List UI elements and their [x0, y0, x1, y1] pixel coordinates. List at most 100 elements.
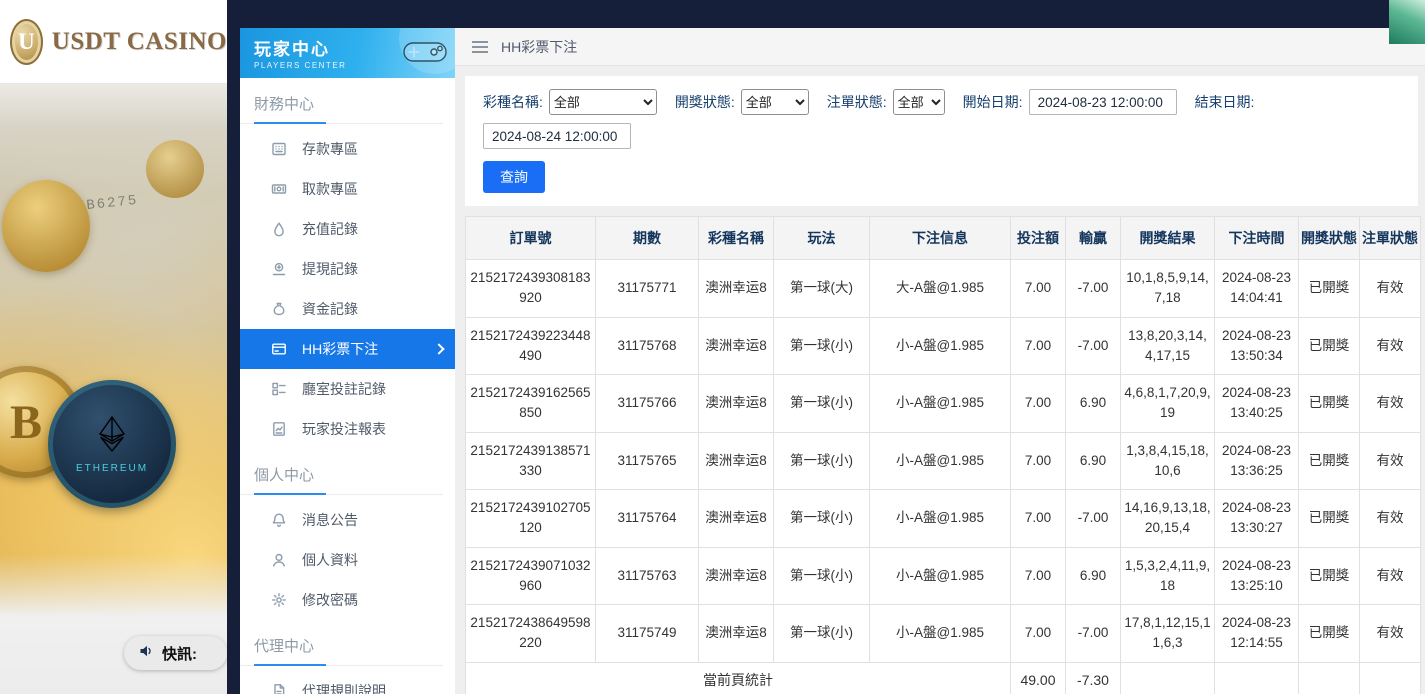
cell-play-type: 第一球(小) — [774, 547, 870, 605]
cell-order-number: 2152172439162565850 — [466, 375, 596, 433]
cell-bet-time: 2024-08-23 13:36:25 — [1215, 432, 1299, 490]
order-status-select[interactable]: 全部 — [893, 89, 945, 115]
cell-draw-result: 10,1,8,5,9,14,7,18 — [1121, 260, 1215, 318]
summary-row-page: 當前頁統計 49.00 -7.30 — [466, 662, 1421, 694]
header-order-number: 訂單號 — [466, 217, 596, 260]
table-row: 215217243864959822031175749澳洲幸运8第一球(小)小-… — [466, 605, 1421, 663]
agent-rules-icon — [271, 683, 287, 694]
table-row: 215217243913857133031175765澳洲幸运8第一球(小)小-… — [466, 432, 1421, 490]
cell-period: 31175765 — [596, 432, 699, 490]
sidebar-item-label: HH彩票下注 — [302, 339, 378, 359]
sidebar-item-withdrawal-records[interactable]: 提現記錄 — [240, 249, 455, 289]
cell-order-number: 2152172439071032960 — [466, 547, 596, 605]
cell-play-type: 第一球(小) — [774, 432, 870, 490]
sidebar-item-player-bet-report[interactable]: 玩家投注報表 — [240, 409, 455, 449]
news-ticker-button[interactable]: 快訊: — [124, 636, 227, 670]
cell-win-loss: -7.00 — [1066, 260, 1121, 318]
gold-coin-decor — [146, 140, 204, 198]
cell-win-loss: 6.90 — [1066, 375, 1121, 433]
sidebar-item-agent-rules[interactable]: 代理規則說明 — [240, 671, 455, 694]
deposit-icon — [271, 141, 287, 157]
sidebar: 玩家中心 PLAYERS CENTER 財務中心 — [240, 28, 455, 694]
player-report-icon — [271, 421, 287, 437]
sidebar-item-withdraw[interactable]: 取款專區 — [240, 169, 455, 209]
sidebar-item-label: 充值記錄 — [302, 219, 358, 239]
summary-empty-cell — [1299, 662, 1360, 694]
start-date-input[interactable] — [1029, 89, 1177, 115]
speaker-icon — [138, 643, 154, 663]
app: U USDT CASINO KB6275 B ETHEREUM — [0, 0, 1425, 694]
cell-bet-time: 2024-08-23 13:30:27 — [1215, 490, 1299, 548]
header-play-type: 玩法 — [774, 217, 870, 260]
sidebar-item-recharge-records[interactable]: 充值記錄 — [240, 209, 455, 249]
sidebar-item-profile[interactable]: 個人資料 — [240, 540, 455, 580]
query-button[interactable]: 查詢 — [483, 161, 545, 193]
header-bet-info: 下注信息 — [870, 217, 1011, 260]
cell-lottery-name: 澳洲幸运8 — [699, 605, 774, 663]
cell-bet-info: 小-A盤@1.985 — [870, 605, 1011, 663]
app-right: 玩家中心 PLAYERS CENTER 財務中心 — [227, 0, 1425, 694]
brand-name: USDT CASINO — [52, 28, 227, 56]
room-bet-record-icon — [271, 381, 287, 397]
lottery-bet-icon — [271, 341, 287, 357]
header-bet-time: 下注時間 — [1215, 217, 1299, 260]
chevron-right-icon — [433, 343, 444, 354]
sidebar-item-announcements[interactable]: 消息公告 — [240, 500, 455, 540]
cell-order-status: 有效 — [1360, 490, 1421, 548]
cell-draw-status: 已開獎 — [1299, 605, 1360, 663]
cell-bet-amount: 7.00 — [1011, 375, 1066, 433]
cell-draw-status: 已開獎 — [1299, 432, 1360, 490]
sidebar-item-label: 資金記錄 — [302, 299, 358, 319]
cell-lottery-name: 澳洲幸运8 — [699, 490, 774, 548]
sidebar-item-hh-lottery-bets[interactable]: HH彩票下注 — [240, 329, 455, 369]
table-row: 215217243907103296031175763澳洲幸运8第一球(小)小-… — [466, 547, 1421, 605]
cell-order-number: 2152172439102705120 — [466, 490, 596, 548]
corner-photo-decor — [1389, 0, 1425, 44]
cell-bet-info: 大-A盤@1.985 — [870, 260, 1011, 318]
menu-toggle-icon[interactable] — [471, 40, 489, 54]
cell-order-status: 有效 — [1360, 260, 1421, 318]
end-date-input[interactable] — [483, 123, 631, 149]
cell-bet-time: 2024-08-23 13:40:25 — [1215, 375, 1299, 433]
table-row: 215217243922344849031175768澳洲幸运8第一球(小)小-… — [466, 317, 1421, 375]
sidebar-item-label: 消息公告 — [302, 510, 358, 530]
sidebar-item-label: 取款專區 — [302, 179, 358, 199]
sidebar-item-change-password[interactable]: 修改密碼 — [240, 580, 455, 620]
logo: U USDT CASINO — [0, 0, 227, 84]
main-column: 玩家中心 PLAYERS CENTER 財務中心 — [240, 0, 1425, 694]
breadcrumb: HH彩票下注 — [455, 28, 1425, 66]
withdraw-icon — [271, 181, 287, 197]
sidebar-item-room-bet-records[interactable]: 廳室投註記錄 — [240, 369, 455, 409]
cell-play-type: 第一球(小) — [774, 490, 870, 548]
draw-status-select[interactable]: 全部 — [741, 89, 809, 115]
summary-page-win-loss: -7.30 — [1066, 662, 1121, 694]
header-bet-amount: 投注額 — [1011, 217, 1066, 260]
section-finance-center: 財務中心 — [240, 93, 443, 124]
table-row: 215217243910270512031175764澳洲幸运8第一球(小)小-… — [466, 490, 1421, 548]
sidebar-item-deposit[interactable]: 存款專區 — [240, 129, 455, 169]
cell-order-status: 有效 — [1360, 375, 1421, 433]
usdt-coin-logo-icon: U — [10, 19, 43, 65]
main-content: HH彩票下注 彩種名稱: 全部 開獎狀態: 全部 注單狀態: 全部 開始日 — [455, 28, 1425, 694]
gamepad-icon — [403, 39, 447, 70]
sidebar-header: 玩家中心 PLAYERS CENTER — [240, 28, 455, 78]
cell-period: 31175764 — [596, 490, 699, 548]
cell-lottery-name: 澳洲幸运8 — [699, 547, 774, 605]
cell-play-type: 第一球(小) — [774, 317, 870, 375]
cell-bet-amount: 7.00 — [1011, 260, 1066, 318]
draw-status-filter-label: 開獎狀態: — [675, 92, 735, 112]
header-lottery-name: 彩種名稱 — [699, 217, 774, 260]
cell-period: 31175771 — [596, 260, 699, 318]
bet-table-summary: 當前頁統計 49.00 -7.30 總統計 — [466, 662, 1421, 694]
lottery-select[interactable]: 全部 — [549, 89, 657, 115]
cell-draw-status: 已開獎 — [1299, 547, 1360, 605]
sidebar-item-fund-records[interactable]: 資金記錄 — [240, 289, 455, 329]
money-bag-decor — [2, 180, 90, 272]
cell-bet-info: 小-A盤@1.985 — [870, 432, 1011, 490]
header-period: 期數 — [596, 217, 699, 260]
cell-period: 31175763 — [596, 547, 699, 605]
cell-bet-info: 小-A盤@1.985 — [870, 375, 1011, 433]
cell-bet-amount: 7.00 — [1011, 605, 1066, 663]
cell-draw-status: 已開獎 — [1299, 490, 1360, 548]
cell-draw-result: 1,5,3,2,4,11,9,18 — [1121, 547, 1215, 605]
